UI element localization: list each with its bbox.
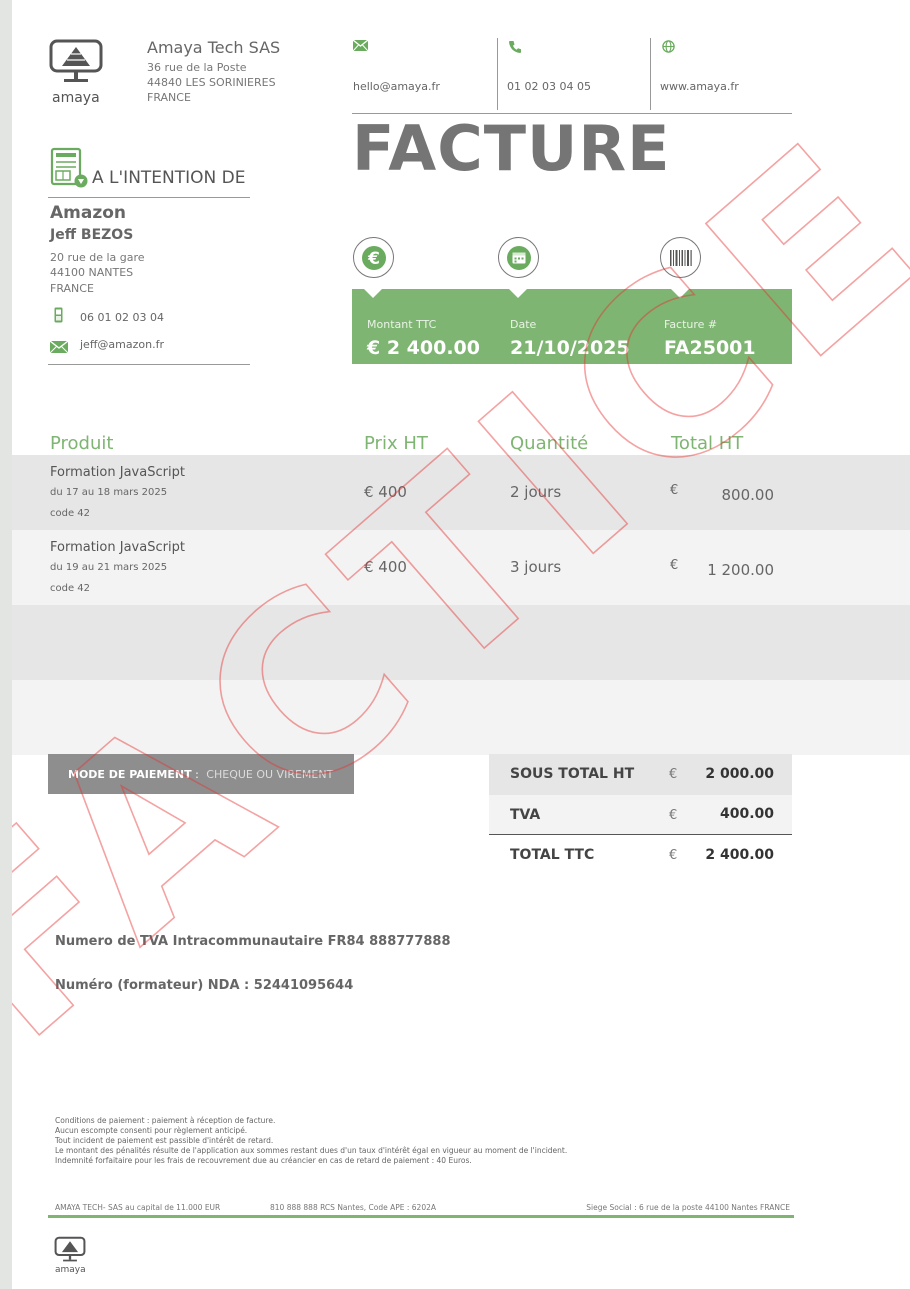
row-total: 1 200.00 (707, 561, 774, 579)
client-address-line-2: 44100 NANTES (50, 266, 134, 279)
monitor-pyramid-icon (49, 39, 103, 82)
client-address-line-3: FRANCE (50, 282, 94, 295)
total-ttc-label: TOTAL TTC (510, 847, 595, 863)
tva-value: 400.00 (719, 806, 774, 822)
tva-currency: € (669, 808, 678, 823)
row-currency: € (670, 483, 679, 498)
monitor-pyramid-icon (54, 1236, 86, 1262)
contact-separator (650, 38, 651, 110)
calendar-icon (498, 237, 539, 278)
payment-method-box: MODE DE PAIEMENT : CHEQUE OU VIREMENT (48, 754, 354, 794)
company-logo: amaya (46, 38, 106, 108)
contact-separator (497, 38, 498, 110)
payment-conditions-line: Indemnité forfaitaire pour les frais de … (55, 1156, 472, 1165)
subtotal-label: SOUS TOTAL HT (510, 766, 635, 782)
footer-rcs: 810 888 888 RCS Nantes, Code APE : 6202A (270, 1203, 436, 1212)
recipient-heading-divider (48, 197, 250, 198)
payment-method-separator: : (191, 767, 203, 781)
row-product-dates: du 19 au 21 mars 2025 (50, 562, 168, 573)
company-website[interactable]: www.amaya.fr (660, 80, 739, 93)
column-header-unit-price: Prix HT (364, 433, 428, 454)
footer-head-office: Siege Social : 6 rue de la poste 44100 N… (586, 1203, 790, 1212)
payment-conditions-line: Tout incident de paiement est passible d… (55, 1136, 274, 1145)
footer-logo-text: amaya (55, 1265, 86, 1275)
table-row-empty (12, 605, 910, 680)
table-row-empty (12, 680, 910, 755)
band-notch (671, 289, 689, 298)
company-name: Amaya Tech SAS (147, 38, 281, 57)
tva-label: TVA (510, 807, 541, 823)
client-phone[interactable]: 06 01 02 03 04 (80, 311, 164, 324)
mobile-phone-icon (54, 307, 63, 327)
svg-text:€: € (367, 249, 380, 269)
total-ttc-currency: € (669, 848, 678, 863)
amount-value: € 2 400.00 (367, 337, 480, 359)
company-logo-text: amaya (52, 90, 100, 106)
invoice-number-value: FA25001 (664, 337, 756, 359)
table-row: Formation JavaScript du 17 au 18 mars 20… (12, 455, 910, 530)
payment-conditions-line: Le montant des pénalités résulte de l'ap… (55, 1146, 568, 1155)
row-quantity: 3 jours (510, 558, 562, 576)
recipient-bottom-divider (48, 364, 250, 365)
company-email[interactable]: hello@amaya.fr (353, 80, 440, 93)
payment-method-label: MODE DE PAIEMENT (68, 767, 192, 781)
row-total: 800.00 (721, 486, 775, 504)
total-ttc-value: 2 400.00 (705, 847, 774, 863)
table-row: Formation JavaScript du 19 au 21 mars 20… (12, 530, 910, 605)
client-email[interactable]: jeff@amazon.fr (80, 338, 164, 351)
invoice-document-icon (50, 147, 88, 193)
tva-intracom-number: Numero de TVA Intracommunautaire FR84 88… (55, 934, 451, 949)
row-product-code: code 42 (50, 508, 91, 519)
row-product-title: Formation JavaScript (50, 465, 185, 480)
company-phone[interactable]: 01 02 03 04 05 (507, 80, 591, 93)
column-header-product: Produit (50, 433, 114, 454)
subtotal-currency: € (669, 767, 678, 782)
row-unit-price: € 400 (364, 558, 407, 576)
invoice-page: amaya Amaya Tech SAS 36 rue de la Poste … (12, 0, 910, 1289)
client-name: Jeff BEZOS (50, 227, 134, 243)
left-margin-bar (0, 0, 12, 1289)
company-address-line-3: FRANCE (147, 91, 191, 104)
barcode-icon (660, 237, 701, 278)
payment-method-value: CHEQUE OU VIREMENT (206, 767, 334, 781)
row-unit-price: € 400 (364, 483, 407, 501)
subtotal-value: 2 000.00 (705, 766, 774, 782)
row-product-title: Formation JavaScript (50, 540, 185, 555)
invoice-number-label: Facture # (664, 318, 718, 331)
row-product-code: code 42 (50, 583, 91, 594)
date-value: 21/10/2025 (510, 337, 630, 359)
client-company: Amazon (50, 203, 127, 223)
band-notch (509, 289, 527, 298)
row-product-dates: du 17 au 18 mars 2025 (50, 487, 168, 498)
footer-logo: amaya (52, 1236, 88, 1275)
phone-icon (508, 40, 522, 58)
envelope-icon (49, 338, 69, 357)
company-address-line-1: 36 rue de la Poste (147, 61, 247, 74)
nda-number: Numéro (formateur) NDA : 52441095644 (55, 978, 354, 993)
footer-capital: AMAYA TECH- SAS au capital de 11.000 EUR (55, 1203, 221, 1212)
payment-conditions-line: Aucun escompte consenti pour règlement a… (55, 1126, 248, 1135)
envelope-icon (352, 39, 369, 55)
footer-green-rule (48, 1215, 794, 1218)
row-quantity: 2 jours (510, 483, 562, 501)
client-address-line-1: 20 rue de la gare (50, 251, 145, 264)
column-header-quantity: Quantité (510, 433, 589, 454)
document-title: FACTURE (352, 112, 671, 185)
company-address-line-2: 44840 LES SORINIERES (147, 76, 276, 89)
globe-icon (662, 40, 675, 57)
row-currency: € (670, 558, 679, 573)
total-divider (489, 834, 792, 835)
recipient-heading: A L'INTENTION DE (92, 168, 246, 188)
payment-conditions-line: Conditions de paiement : paiement à réce… (55, 1116, 276, 1125)
euro-icon: € (353, 237, 394, 278)
amount-label: Montant TTC (367, 318, 437, 331)
band-notch (364, 289, 382, 298)
column-header-total: Total HT (671, 433, 744, 454)
date-label: Date (510, 318, 537, 331)
